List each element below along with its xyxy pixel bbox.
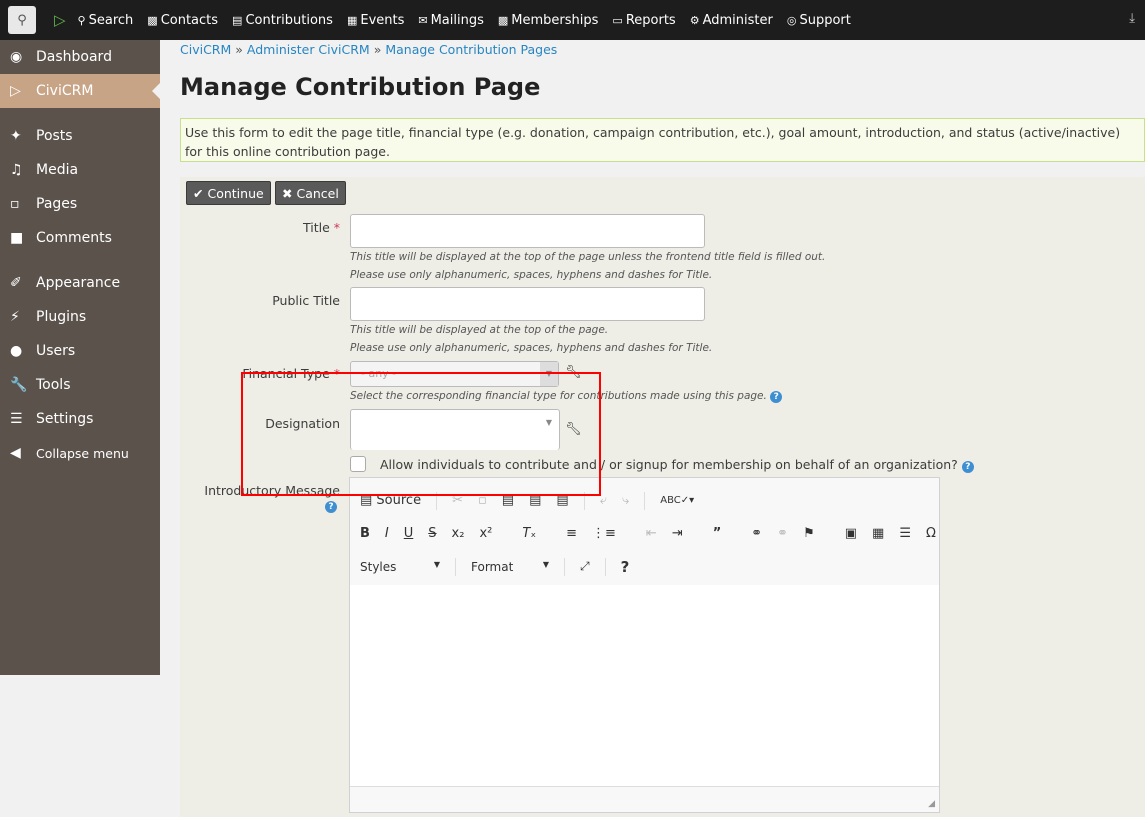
sidebar-item-pages[interactable]: ▫ Pages [0,187,160,221]
menu-events[interactable]: ▦ Events [347,13,404,28]
calendar-icon: ▦ [346,13,358,27]
top-menu-bar: ⚲ ▷ ⚲ Search ▩ Contacts ▤ Contributions ▦ Ev… [0,0,1145,40]
search-icon: ⚲ [77,13,86,27]
brush-icon: ✐ [10,275,22,291]
close-icon: ✖ [282,185,293,201]
maximize-icon[interactable]: ⤢ [580,559,590,574]
user-icon: ● [10,343,23,359]
underline-icon[interactable]: U [404,526,414,541]
menu-reports[interactable]: ▭ Reports [612,13,675,28]
public-title-input[interactable] [350,287,705,321]
check-icon: ✔ [193,185,204,201]
special-char-icon[interactable]: Ω [926,526,936,541]
continue-button[interactable]: ✔ Continue [186,181,271,205]
sidebar-item-dashboard[interactable]: ◉ Dashboard [0,40,160,74]
menu-mailings[interactable]: ✉ Mailings [418,13,484,28]
dashboard-icon: ◉ [10,49,23,65]
civicrm-logo-icon[interactable]: ▷ [54,11,66,29]
indent-icon[interactable]: ⇥ [672,526,683,541]
bulleted-list-icon[interactable]: ⋮≡ [592,526,616,541]
breadcrumb-link[interactable]: Administer CiviCRM [247,42,370,57]
sidebar-item-civicrm[interactable]: ▷ CiviCRM [0,74,160,108]
highlight-annotation-box [241,372,601,496]
page-title: Manage Contribution Page [180,73,541,101]
sidebar-item-appearance[interactable]: ✐ Appearance [0,266,160,300]
menu-support[interactable]: ◎ Support [787,13,851,28]
title-input[interactable] [350,214,705,248]
sidebar-item-tools[interactable]: 🔧 Tools [0,368,160,402]
download-icon[interactable]: ⤓ [1129,11,1135,26]
public-title-description-2: Please use only alphanumeric, spaces, hy… [350,342,713,354]
id-badge-icon: ▩ [497,13,509,27]
collapse-icon: ◀ [10,445,21,461]
quicksearch-button[interactable]: ⚲ [8,6,36,34]
title-description-2: Please use only alphanumeric, spaces, hy… [350,269,713,281]
media-icon: ♫ [10,162,23,178]
help-icon[interactable]: ? [325,501,337,513]
help-icon[interactable]: ? [961,461,974,473]
unlink-icon[interactable]: ⚭ [777,526,788,541]
blockquote-icon[interactable]: ” [713,526,722,541]
italic-icon[interactable]: I [385,526,389,541]
settings-icon: ☰ [10,411,23,427]
sidebar-item-media[interactable]: ♫ Media [0,153,160,187]
contribution-page-form: ✔ Continue ✖ Cancel Title * This title wil… [180,177,1145,817]
sidebar-item-posts[interactable]: ✦ Posts [0,119,160,153]
format-dropdown[interactable]: Format ▼ [471,560,549,574]
help-message: Use this form to edit the page title, fi… [180,118,1145,162]
sidebar-item-settings[interactable]: ☰ Settings [0,402,160,436]
breadcrumb-link[interactable]: Manage Contribution Pages [385,42,557,57]
title-label: Title * [302,220,340,235]
breadcrumb-link[interactable]: CiviCRM [180,42,231,57]
plugin-icon: ⚡ [10,309,20,325]
bar-chart-icon: ▭ [612,13,623,27]
envelope-icon: ✉ [418,13,428,27]
menu-contributions[interactable]: ▤ Contributions [232,13,333,28]
sidebar-item-users[interactable]: ● Users [0,334,160,368]
sidebar-item-comments[interactable]: ■ Comments [0,221,160,255]
spellcheck-icon[interactable]: ABC✓▾ [660,495,694,506]
link-icon[interactable]: ⚭ [751,526,762,541]
anchor-flag-icon[interactable]: ⚑ [803,526,815,541]
title-description: This title will be displayed at the top … [350,251,826,263]
cancel-button[interactable]: ✖ Cancel [275,181,346,205]
outdent-icon[interactable]: ⇤ [646,526,657,541]
admin-sidebar: ◉ Dashboard ▷ CiviCRM ✦ Posts ♫ Media ▫ Pages… [0,40,160,675]
credit-card-icon: ▤ [232,13,243,27]
gears-icon: ⚙ [689,13,700,27]
bold-icon[interactable]: B [360,526,370,541]
breadcrumb: CiviCRM » Administer CiviCRM » Manage Co… [180,42,558,57]
subscript-icon[interactable]: x₂ [452,526,465,541]
menu-search[interactable]: ⚲ Search [78,13,134,28]
strike-icon[interactable]: S [428,526,436,541]
sidebar-item-plugins[interactable]: ⚡ Plugins [0,300,160,334]
menu-memberships[interactable]: ▩ Memberships [498,13,599,28]
remove-format-icon[interactable]: Tₓ [522,526,536,541]
help-icon[interactable]: ? [770,391,783,403]
menu-administer[interactable]: ⚙ Administer [690,13,773,28]
redo-icon[interactable]: ⤷ [622,493,629,508]
life-ring-icon: ◎ [786,13,797,27]
image-icon[interactable]: ▣ [845,526,857,541]
horizontal-line-icon[interactable]: ☰ [899,526,911,541]
pages-icon: ▫ [10,196,20,212]
wrench-icon: 🔧 [10,377,28,393]
main-content: CiviCRM » Administer CiviCRM » Manage Co… [180,40,1145,817]
table-icon[interactable]: ▦ [872,526,884,541]
civicrm-icon: ▷ [10,83,21,99]
help-question-icon[interactable]: ? [621,558,630,576]
resize-handle-icon[interactable]: ◢ [928,799,935,809]
pin-icon: ✦ [10,128,22,144]
menu-contacts[interactable]: ▩ Contacts [147,13,218,28]
contacts-icon: ▩ [147,13,158,27]
public-title-label: Public Title [272,293,340,308]
comment-icon: ■ [10,230,24,246]
styles-dropdown[interactable]: Styles ▼ [360,560,440,574]
superscript-icon[interactable]: x² [479,526,492,541]
intro-rich-text-editor[interactable]: ▤ Source ✂ ▫ ▤ ▤ ▤ ⤶ ⤷ ABC✓▾ BIUS x₂ x² T… [349,477,940,813]
sidebar-collapse-menu[interactable]: ◀ Collapse menu [0,436,160,470]
public-title-description: This title will be displayed at the top … [350,324,609,336]
numbered-list-icon[interactable]: ≡ [566,526,577,541]
editor-footer: ◢ [350,786,939,812]
